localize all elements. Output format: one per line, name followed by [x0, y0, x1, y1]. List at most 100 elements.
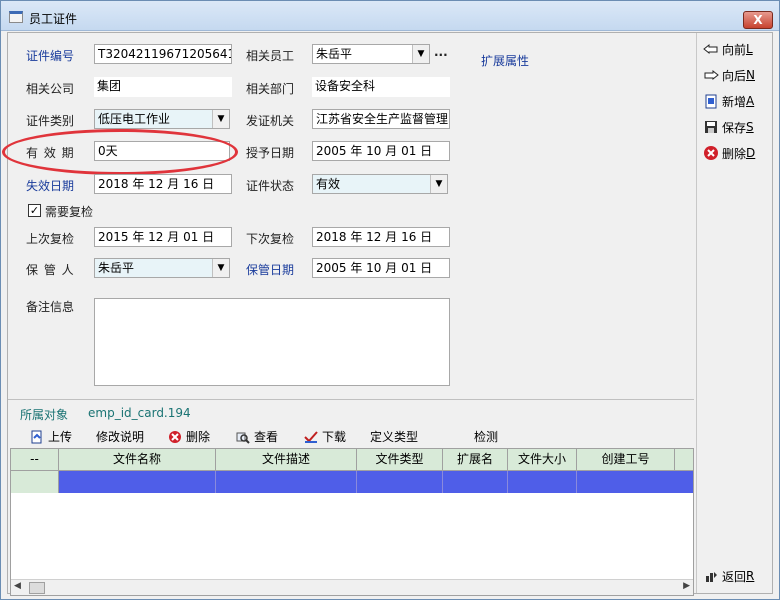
column-header-ext[interactable]: 扩展名 — [443, 449, 508, 471]
horizontal-scrollbar[interactable]: ◀ ▶ — [11, 579, 693, 595]
row-selector-cell[interactable] — [11, 471, 59, 493]
add-button-key: A — [746, 94, 755, 108]
employee-certificate-window: 员工证件 X 证件编号 T320421196712056412 相关员工 朱岳平… — [0, 0, 780, 600]
magnifier-icon — [236, 430, 250, 444]
prev-button-label: 向前 — [722, 42, 747, 57]
column-header-file-name[interactable]: 文件名称 — [59, 449, 216, 471]
column-header-file-size[interactable]: 文件大小 — [508, 449, 577, 471]
table-cell[interactable] — [59, 471, 216, 493]
cert-no-input[interactable]: T320421196712056412 — [94, 44, 232, 64]
return-icon — [703, 568, 719, 584]
cert-status-combo-value: 有效 — [316, 177, 341, 191]
close-button[interactable]: X — [743, 11, 773, 29]
floppy-disk-icon — [703, 119, 719, 135]
edit-desc-button[interactable]: 修改说明 — [96, 428, 144, 445]
title-bar[interactable]: 员工证件 X — [1, 1, 779, 31]
chevron-down-icon[interactable]: ▼ — [430, 175, 447, 193]
table-cell[interactable] — [216, 471, 357, 493]
highlight-ellipse — [2, 129, 238, 175]
attachment-delete-label: 删除 — [186, 430, 211, 444]
attachments-grid[interactable]: -- 文件名称 文件描述 文件类型 扩展名 文件大小 创建工号 ◀ ▶ — [10, 448, 694, 596]
grant-date-label: 授予日期 — [246, 146, 295, 160]
column-header-selector[interactable]: -- — [11, 449, 59, 471]
table-cell[interactable] — [577, 471, 693, 493]
hand-left-icon — [703, 41, 719, 57]
delete-button[interactable]: 删除 D — [703, 143, 769, 163]
keeper-combo[interactable]: 朱岳平 ▼ — [94, 258, 230, 278]
side-toolbar: 向前 L 向后 N 新增 A 保存 S 删除 D 返回 R — [696, 33, 772, 593]
define-type-label: 定义类型 — [370, 430, 419, 444]
delete-button-key: D — [746, 146, 756, 160]
owner-value: emp_id_card.194 — [88, 406, 191, 420]
download-button[interactable]: 下载 — [304, 428, 346, 445]
remarks-textarea[interactable] — [94, 298, 450, 386]
company-label: 相关公司 — [26, 82, 75, 96]
next-button-key: N — [746, 68, 755, 82]
cert-type-label: 证件类别 — [26, 114, 75, 128]
save-button-label: 保存 — [722, 120, 747, 135]
table-cell[interactable] — [508, 471, 577, 493]
window-title: 员工证件 — [29, 12, 78, 26]
next-review-input[interactable]: 2018 年 12 月 16 日 — [312, 227, 450, 247]
upload-button[interactable]: 上传 — [30, 428, 72, 445]
prev-button-key: L — [746, 42, 753, 56]
column-header-file-type[interactable]: 文件类型 — [357, 449, 443, 471]
keep-date-label: 保管日期 — [246, 263, 295, 277]
ext-attr-link[interactable]: 扩展属性 — [481, 52, 529, 69]
delete-button-label: 删除 — [722, 146, 747, 161]
detect-button[interactable]: 检测 — [474, 428, 498, 445]
cert-type-combo[interactable]: 低压电工作业 ▼ — [94, 109, 230, 129]
scrollbar-thumb[interactable] — [29, 582, 45, 594]
need-review-label: 需要复检 — [45, 205, 94, 219]
table-cell[interactable] — [357, 471, 443, 493]
grant-date-input[interactable]: 2005 年 10 月 01 日 — [312, 141, 450, 161]
chevron-down-icon[interactable]: ▼ — [212, 259, 229, 277]
window-app-icon — [9, 11, 23, 23]
hand-right-icon — [703, 67, 719, 83]
next-button-label: 向后 — [722, 68, 747, 83]
cert-status-label: 证件状态 — [246, 179, 295, 193]
define-type-button[interactable]: 定义类型 — [370, 428, 418, 445]
prev-button[interactable]: 向前 L — [703, 39, 769, 59]
remarks-label: 备注信息 — [26, 300, 75, 314]
edit-desc-button-label: 修改说明 — [96, 430, 145, 444]
employee-combo[interactable]: 朱岳平 ▼ — [312, 44, 430, 64]
table-cell[interactable] — [443, 471, 508, 493]
dept-label: 相关部门 — [246, 82, 295, 96]
expire-date-label: 失效日期 — [26, 179, 75, 193]
new-document-icon — [703, 93, 719, 109]
keep-date-input[interactable]: 2005 年 10 月 01 日 — [312, 258, 450, 278]
cert-no-label: 证件编号 — [26, 49, 75, 63]
keeper-combo-value: 朱岳平 — [98, 261, 135, 275]
grid-header: -- 文件名称 文件描述 文件类型 扩展名 文件大小 创建工号 — [11, 449, 693, 471]
save-button[interactable]: 保存 S — [703, 117, 769, 137]
delete-circle-icon — [168, 430, 182, 444]
need-review-checkbox[interactable]: ✓ — [28, 204, 41, 217]
expire-date-input[interactable]: 2018 年 12 月 16 日 — [94, 174, 232, 194]
employee-ellipsis-button[interactable]: ... — [434, 45, 448, 59]
scroll-right-icon[interactable]: ▶ — [683, 581, 690, 591]
table-row[interactable] — [11, 471, 693, 493]
view-button[interactable]: 查看 — [236, 428, 278, 445]
next-button[interactable]: 向后 N — [703, 65, 769, 85]
add-button-label: 新增 — [722, 94, 747, 109]
add-button[interactable]: 新增 A — [703, 91, 769, 111]
download-check-icon — [304, 430, 318, 444]
chevron-down-icon[interactable]: ▼ — [212, 110, 229, 128]
upload-icon — [30, 430, 44, 444]
employee-combo-value: 朱岳平 — [316, 47, 353, 61]
last-review-input[interactable]: 2015 年 12 月 01 日 — [94, 227, 232, 247]
view-button-label: 查看 — [254, 430, 279, 444]
chevron-down-icon[interactable]: ▼ — [412, 45, 429, 63]
scroll-left-icon[interactable]: ◀ — [14, 581, 21, 591]
issuer-label: 发证机关 — [246, 114, 295, 128]
attachment-delete-button[interactable]: 删除 — [168, 428, 210, 445]
cert-type-combo-value: 低压电工作业 — [98, 112, 171, 126]
column-header-file-desc[interactable]: 文件描述 — [216, 449, 357, 471]
owner-label: 所属对象 — [20, 408, 69, 422]
column-header-creator[interactable]: 创建工号 — [577, 449, 675, 471]
issuer-input[interactable]: 江苏省安全生产监督管理 — [312, 109, 450, 129]
cert-status-combo[interactable]: 有效 ▼ — [312, 174, 448, 194]
last-review-label: 上次复检 — [26, 232, 75, 246]
return-button[interactable]: 返回 R — [703, 566, 769, 586]
